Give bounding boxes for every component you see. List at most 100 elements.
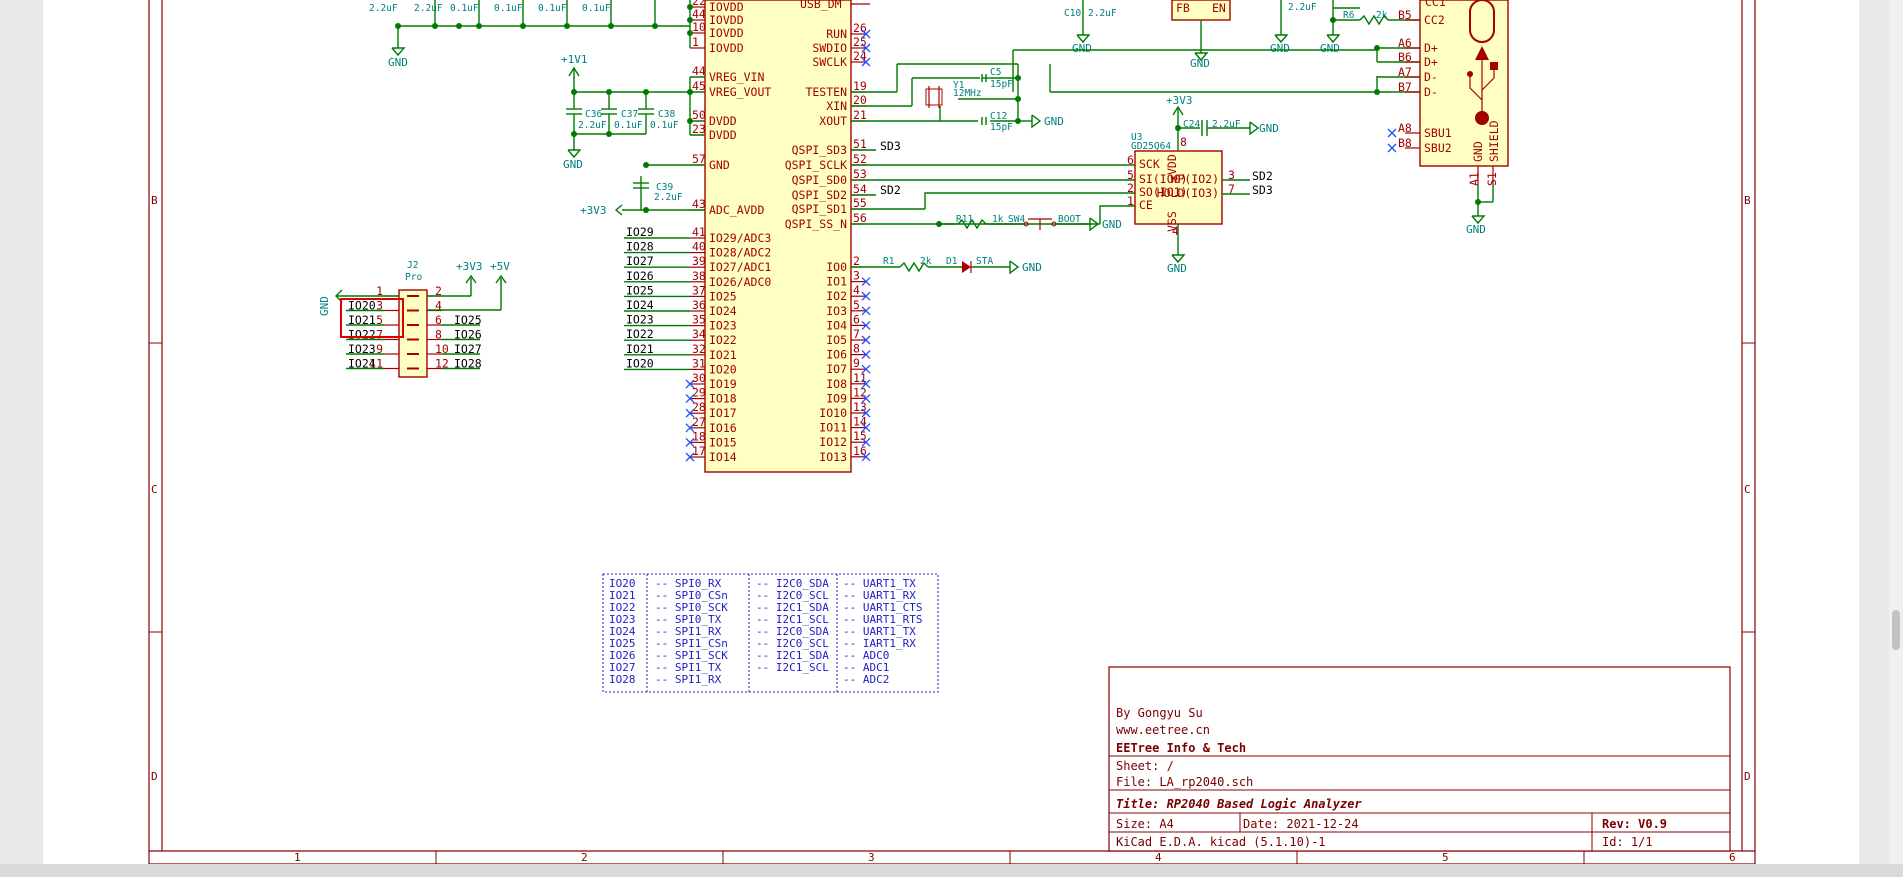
- v3v3-label-adc: +3V3: [580, 204, 607, 217]
- usb-pin-num: A6: [1398, 36, 1412, 50]
- vertical-scrollbar-thumb[interactable]: [1892, 610, 1900, 650]
- mcu-right-pin-name: XIN: [826, 99, 847, 113]
- usb-pin-num: A7: [1398, 65, 1412, 79]
- mcu-right-pin-name: QSPI_SD2: [792, 188, 847, 202]
- usb-pin-num: B8: [1398, 136, 1412, 150]
- header-net-right: IO26: [454, 328, 482, 342]
- tb-rev: Rev: V0.9: [1602, 817, 1667, 831]
- header-net-left: IO24: [348, 357, 376, 371]
- mcu-left-pin-name: ADC_AVDD: [709, 203, 764, 217]
- mcu-left-pin-num: 38: [692, 269, 706, 283]
- flash-pin-name: CE: [1139, 198, 1153, 212]
- c24-value: 2.2uF: [1212, 119, 1241, 130]
- usb-pin-num: B6: [1398, 50, 1412, 64]
- gnd-label-flash-bottom: GND: [1167, 262, 1187, 275]
- col-label-3: 3: [868, 851, 875, 864]
- mcu-right-pin-num: 6: [853, 312, 860, 326]
- r1-ref: R1: [883, 256, 895, 267]
- mcu-right-pin-name: XOUT: [819, 114, 847, 128]
- cap-value-4: 0.1uF: [494, 3, 523, 14]
- mcu-left-pin-num: 36: [692, 298, 706, 312]
- r11-ref: R11: [956, 214, 973, 225]
- horizontal-scrollbar[interactable]: [0, 864, 1903, 877]
- mcu-right-pin-name: IO6: [826, 348, 847, 362]
- usb-gnd-label: GND: [1471, 141, 1485, 162]
- mcu-left-pin-name: IOVDD: [709, 26, 744, 40]
- mcu-left-pin-num: 50: [692, 108, 706, 122]
- net-label-io22: IO22: [626, 327, 654, 341]
- usb-cc1-pin: CC1: [1425, 0, 1446, 9]
- mcu-left-pin-num: 44: [692, 7, 706, 21]
- mcu-right-pin-num: 52: [853, 152, 867, 166]
- header-net-left: IO20: [348, 299, 376, 313]
- usb-fb-pin: FB: [1176, 1, 1190, 15]
- c38-ref: C38: [658, 109, 675, 120]
- mcu-left-pin-name: IO19: [709, 377, 737, 391]
- flash-net-sd2: SD2: [1252, 169, 1273, 183]
- func-table-cell: -- ADC2: [843, 673, 889, 686]
- row-label-b-right: B: [1744, 194, 1751, 207]
- r6-ref: R6: [1343, 10, 1355, 21]
- mcu-right-pin-num: 7: [853, 327, 860, 341]
- mcu-left-pin-name: VREG_VIN: [709, 70, 764, 84]
- flash-part: GD25Q64: [1131, 141, 1171, 152]
- mcu-left-pin-name: IO15: [709, 435, 737, 449]
- mcu-right-pin-name: IO11: [819, 421, 847, 435]
- flash-vdd: VDD: [1165, 154, 1179, 175]
- mcu-right-pin-name: IO1: [826, 275, 847, 289]
- row-label-c-left: C: [151, 483, 158, 496]
- mcu-left-pin-name: VREG_VOUT: [709, 85, 771, 99]
- gnd-label-crystal: GND: [1044, 115, 1064, 128]
- cap-value-1: 2.2uF: [369, 3, 398, 14]
- r6-value: 2k: [1376, 10, 1388, 21]
- schematic-canvas[interactable]: B C D B C D 1 2 3 4 5 6 GND 2.2uF 2.2uF …: [0, 0, 1903, 877]
- cap-value-6: 0.1uF: [582, 3, 611, 14]
- tb-size: Size: A4: [1116, 817, 1174, 831]
- mcu-right-pin-num: 2: [853, 254, 860, 268]
- mcu-right-pin-num: 55: [853, 196, 867, 210]
- mcu-left-pin-num: 30: [692, 371, 706, 385]
- cap-value-2: 2.2uF: [414, 3, 443, 14]
- usb-en-pin: EN: [1212, 1, 1226, 15]
- net-label-io29: IO29: [626, 225, 654, 239]
- mcu-right-pin-name: TESTEN: [805, 85, 847, 99]
- v3v3-label-header: +3V3: [456, 260, 483, 273]
- mcu-right-pin-name: QSPI_SD0: [792, 173, 847, 187]
- row-label-d-right: D: [1744, 770, 1751, 783]
- mcu-right-pin-name: IO3: [826, 304, 847, 318]
- sw4-ref: SW4: [1008, 214, 1025, 225]
- mcu-left-pin-name: IO21: [709, 348, 737, 362]
- mcu-left-pin-name: IO16: [709, 421, 737, 435]
- flash-pin-num: 1: [1127, 194, 1134, 208]
- mcu-left-pin-num: 39: [692, 254, 706, 268]
- mcu-left-pin-num: 57: [692, 152, 706, 166]
- mcu-left-pin-name: DVDD: [709, 128, 737, 142]
- cap-value-3: 0.1uF: [450, 3, 479, 14]
- header-pin-num: 6: [435, 313, 442, 327]
- mcu-left-pin-name: IO29/ADC3: [709, 231, 771, 245]
- tb-website: www.eetree.cn: [1116, 723, 1210, 737]
- mcu-left-pin-num: 44: [692, 64, 706, 78]
- vertical-scrollbar[interactable]: [1889, 0, 1903, 864]
- mcu-left-pin-name: IOVDD: [709, 41, 744, 55]
- mcu-right-pin-name: IO8: [826, 377, 847, 391]
- mcu-left-pin-name: IO27/ADC1: [709, 260, 771, 274]
- mcu-right-pin-num: 51: [853, 137, 867, 151]
- mcu-right-pin-num: 53: [853, 167, 867, 181]
- func-table-cell: -- SPI1_RX: [655, 673, 722, 686]
- c10-value: 2.2uF: [1088, 8, 1117, 19]
- net-label-sd2: SD2: [880, 183, 901, 197]
- mcu-left-pin-num: 35: [692, 313, 706, 327]
- title-block: By Gongyu Su www.eetree.cn EETree Info &…: [1108, 666, 1731, 852]
- mcu-usb-dm-pin: USB_DM: [800, 0, 842, 11]
- gnd-label-flash-top: GND: [1259, 122, 1279, 135]
- mcu-right-pin-num: 4: [853, 283, 860, 297]
- func-table-cell: IO28: [609, 673, 636, 686]
- j2-value: Pro: [405, 272, 422, 283]
- c36-value: 2.2uF: [578, 120, 607, 131]
- rp2040-mcu[interactable]: 22 IOVDD44 IOVDD10 IOVDD1 IOVDD44 VREG_VIN45 V…: [690, 0, 870, 473]
- mcu-right-pin-name: IO10: [819, 406, 847, 420]
- tb-tool: KiCad E.D.A. kicad (5.1.10)-1: [1116, 835, 1326, 849]
- tb-sheet: Sheet: /: [1116, 759, 1174, 773]
- usb-pin-name: D-: [1424, 85, 1438, 99]
